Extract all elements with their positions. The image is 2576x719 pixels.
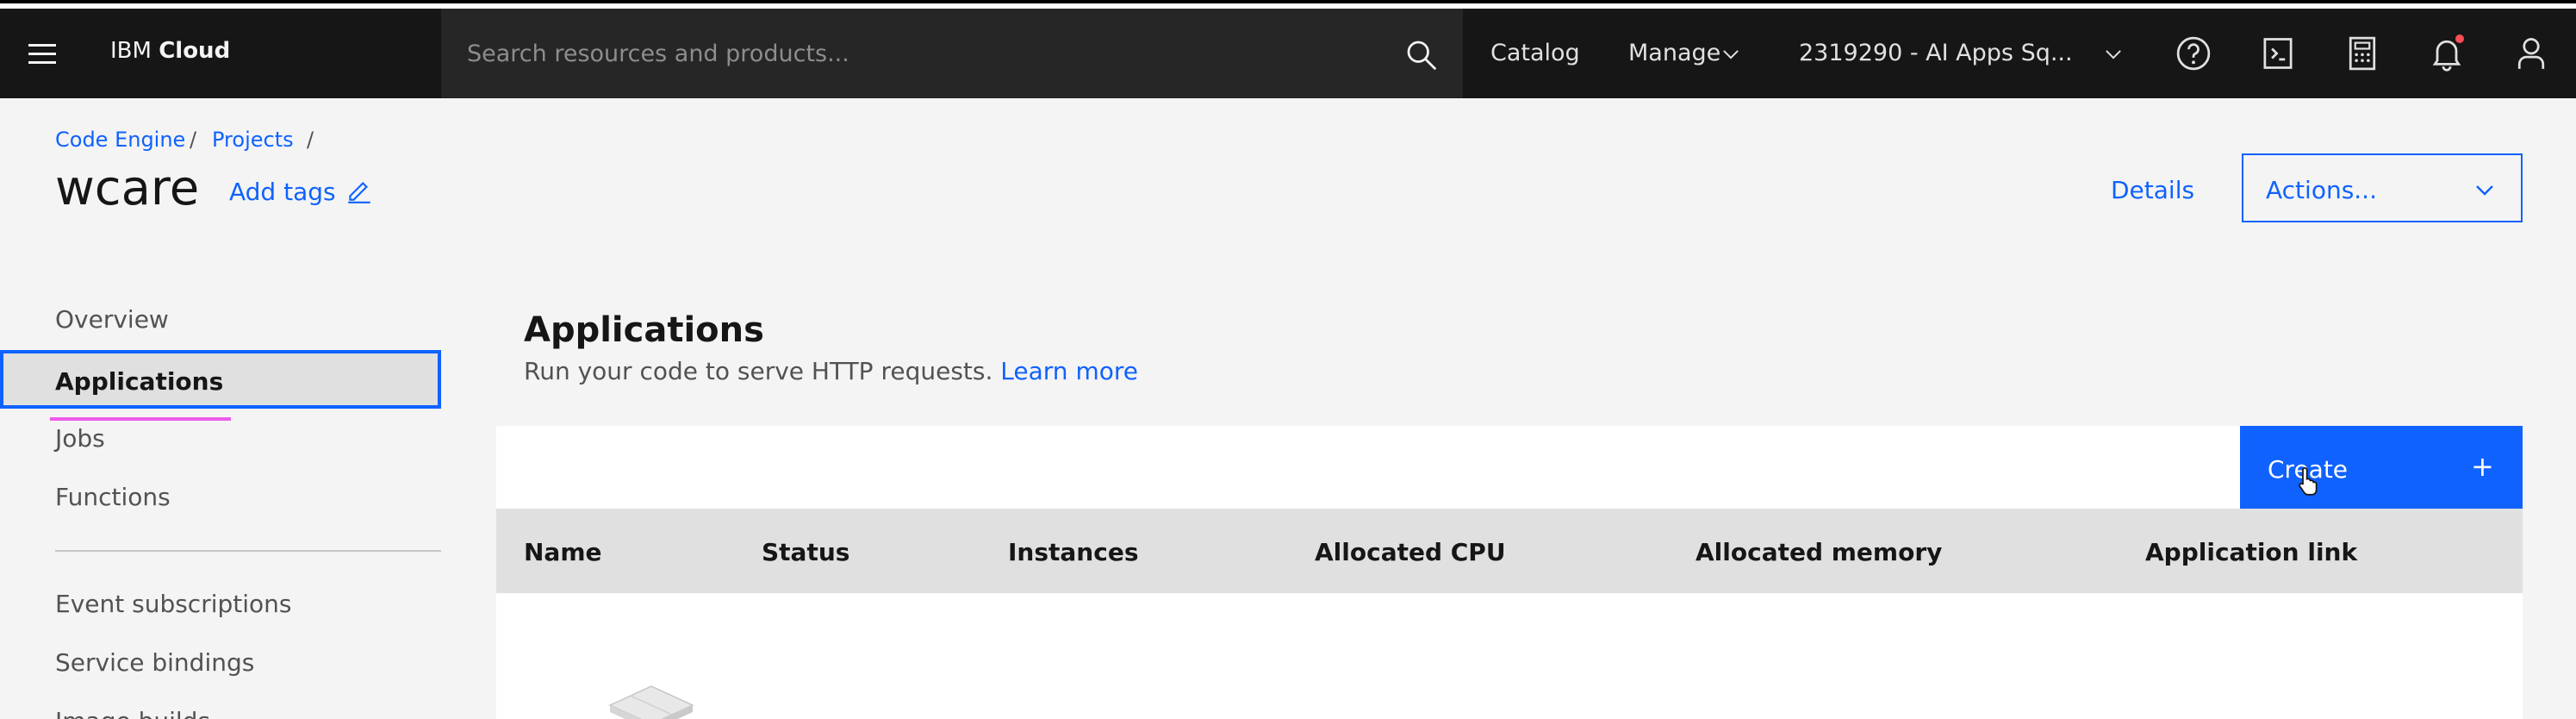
search-icon[interactable]	[1404, 38, 1439, 72]
table-empty-state	[496, 593, 2523, 719]
menu-icon[interactable]	[16, 29, 69, 78]
catalog-link[interactable]: Catalog	[1490, 40, 1580, 66]
notification-icon[interactable]	[2428, 34, 2466, 72]
empty-box-icon	[608, 685, 694, 719]
brand-name: Cloud	[159, 38, 231, 64]
create-button[interactable]: Create +	[2240, 426, 2523, 509]
section-title: Applications	[524, 310, 764, 350]
details-link[interactable]: Details	[2111, 176, 2194, 204]
table-toolbar	[496, 426, 2523, 509]
annotation-underline	[50, 417, 231, 421]
actions-dropdown[interactable]: Actions...	[2242, 153, 2523, 222]
column-header-instances[interactable]: Instances	[1008, 538, 1138, 566]
sidenav-item-jobs[interactable]: Jobs	[55, 424, 105, 453]
account-switcher-label[interactable]: 2319290 - AI Apps Sq...	[1799, 40, 2073, 66]
column-header-application-link[interactable]: Application link	[2145, 538, 2357, 566]
sidenav-item-service-bindings[interactable]: Service bindings	[55, 648, 254, 677]
breadcrumb-code-engine[interactable]: Code Engine	[55, 128, 185, 152]
sidenav-item-image-builds[interactable]: Image builds	[55, 707, 210, 719]
brand-prefix: IBM	[110, 38, 152, 64]
calculator-icon[interactable]	[2343, 34, 2381, 72]
sidenav-item-overview[interactable]: Overview	[55, 305, 169, 334]
column-header-status[interactable]: Status	[762, 538, 849, 566]
chevron-down-icon[interactable]	[2102, 43, 2125, 66]
column-header-name[interactable]: Name	[524, 538, 602, 566]
sidenav-item-event-subscriptions[interactable]: Event subscriptions	[55, 590, 292, 618]
column-header-allocated-memory[interactable]: Allocated memory	[1696, 538, 1942, 566]
cost-estimator-icon[interactable]	[2259, 34, 2297, 72]
window-top-border	[0, 0, 2576, 9]
notification-badge	[2455, 34, 2464, 43]
sidenav-item-label: Applications	[55, 367, 224, 396]
add-tags-link[interactable]: Add tags	[229, 178, 336, 206]
sidenav-item-applications[interactable]: Applications	[0, 350, 441, 409]
chevron-down-icon	[2476, 185, 2493, 196]
plus-icon: +	[2471, 450, 2494, 483]
user-icon[interactable]	[2512, 34, 2550, 72]
section-description: Run your code to serve HTTP requests. Le…	[524, 357, 1138, 385]
top-header: IBM Cloud Catalog Manage 2319290 - AI Ap…	[0, 9, 2576, 98]
search-bar	[441, 9, 1463, 98]
breadcrumb-separator: /	[307, 128, 314, 152]
brand-logo[interactable]: IBM Cloud	[110, 38, 230, 64]
manage-menu-label[interactable]: Manage	[1628, 40, 1720, 66]
learn-more-link[interactable]: Learn more	[1000, 357, 1138, 385]
column-header-allocated-cpu[interactable]: Allocated CPU	[1315, 538, 1506, 566]
actions-dropdown-label: Actions...	[2266, 176, 2377, 204]
search-input[interactable]	[467, 36, 1380, 71]
chevron-down-icon[interactable]	[1720, 43, 1742, 66]
page-title: wcare	[55, 160, 200, 216]
help-icon[interactable]	[2175, 34, 2212, 72]
section-description-text: Run your code to serve HTTP requests.	[524, 357, 993, 385]
sidenav-item-functions[interactable]: Functions	[55, 483, 171, 511]
breadcrumb-separator: /	[190, 128, 197, 152]
pointer-cursor-icon	[2299, 466, 2318, 496]
table-header: Name Status Instances Allocated CPU Allo…	[496, 509, 2523, 593]
breadcrumb-projects[interactable]: Projects	[212, 128, 294, 152]
sidenav-divider	[55, 550, 441, 552]
edit-icon[interactable]	[345, 176, 374, 205]
